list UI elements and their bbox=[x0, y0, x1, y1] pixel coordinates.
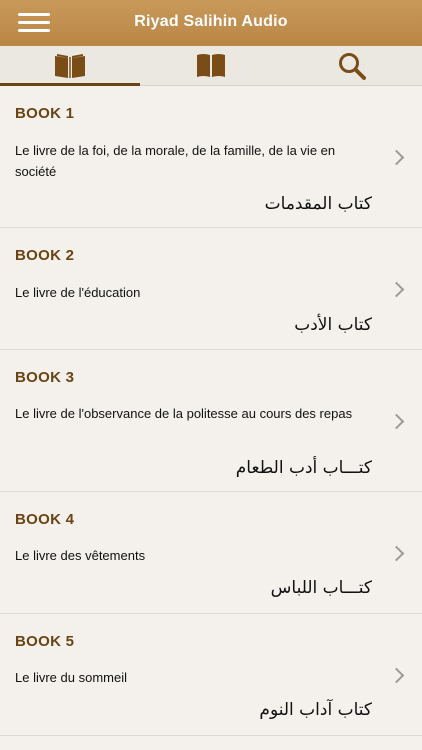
book-title-arabic: كتاب آداب النوم bbox=[259, 700, 372, 720]
book-title-french: Le livre de la foi, de la morale, de la … bbox=[15, 143, 336, 179]
chevron-right-icon bbox=[388, 545, 405, 562]
book-title-french: Le livre de l'observance de la politesse… bbox=[15, 406, 353, 421]
book-number: BOOK 4 bbox=[15, 511, 75, 528]
app-title: Riyad Salihin Audio bbox=[134, 13, 288, 30]
tab-bar bbox=[0, 46, 422, 86]
app-header: Riyad Salihin Audio bbox=[0, 0, 422, 46]
search-icon bbox=[339, 52, 366, 80]
book-title-arabic: كتـــاب أدب الطعام bbox=[235, 458, 372, 478]
book-title-french: Le livre du sommeil bbox=[15, 670, 127, 685]
book-title-arabic: كتاب المقدمات bbox=[264, 194, 372, 214]
closed-book-icon bbox=[197, 53, 225, 77]
book-title-french: Le livre des vêtements bbox=[15, 548, 146, 563]
book-list: BOOK 1 Le livre de la foi, de la morale,… bbox=[0, 86, 422, 736]
tab-books-list[interactable] bbox=[0, 46, 140, 86]
list-item[interactable]: BOOK 3 Le livre de l'observance de la po… bbox=[0, 350, 422, 492]
book-number: BOOK 2 bbox=[15, 247, 75, 264]
book-number: BOOK 3 bbox=[15, 369, 75, 386]
chevron-right-icon bbox=[388, 667, 405, 684]
book-title-arabic: كتـــاب اللباس bbox=[270, 578, 372, 598]
open-book-icon bbox=[55, 53, 85, 78]
tab-search[interactable] bbox=[282, 46, 422, 85]
list-item[interactable]: BOOK 1 Le livre de la foi, de la morale,… bbox=[0, 86, 422, 228]
chevron-right-icon bbox=[388, 281, 405, 298]
chevron-right-icon bbox=[388, 149, 405, 166]
book-number: BOOK 5 bbox=[15, 633, 75, 650]
book-number: BOOK 1 bbox=[15, 105, 75, 122]
list-item[interactable]: BOOK 2 Le livre de l'éducation كتاب الأد… bbox=[0, 228, 422, 350]
list-item[interactable]: BOOK 4 Le livre des vêtements كتـــاب ال… bbox=[0, 492, 422, 614]
chevron-right-icon bbox=[388, 413, 405, 430]
list-item[interactable]: BOOK 5 Le livre du sommeil كتاب آداب الن… bbox=[0, 614, 422, 736]
book-title-arabic: كتاب الأدب bbox=[294, 315, 372, 335]
tab-bookmarks[interactable] bbox=[141, 46, 281, 85]
book-title-french: Le livre de l'éducation bbox=[15, 285, 141, 300]
